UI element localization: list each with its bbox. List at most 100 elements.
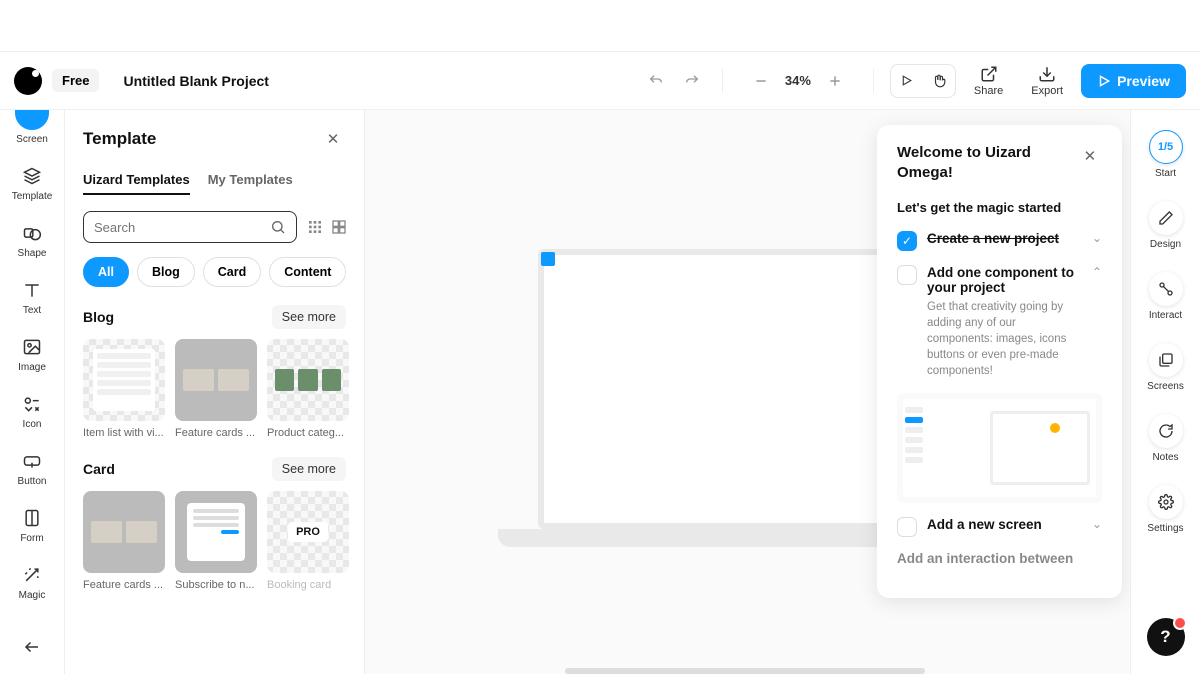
undo-icon[interactable] <box>642 67 670 95</box>
grid-dense-icon[interactable] <box>307 219 323 235</box>
nav-notes[interactable]: Notes <box>1131 406 1200 471</box>
chip-all[interactable]: All <box>83 257 129 287</box>
plan-badge[interactable]: Free <box>52 69 99 92</box>
chevron-down-icon: ⌄ <box>1092 517 1102 531</box>
search-icon <box>270 219 286 235</box>
tool-template-label: Template <box>12 191 53 202</box>
nav-design-label: Design <box>1150 239 1181 250</box>
tool-text-label: Text <box>23 305 41 316</box>
tool-shape-label: Shape <box>18 248 47 259</box>
tool-icon[interactable]: Icon <box>0 383 64 440</box>
zoom-in-icon[interactable] <box>821 67 849 95</box>
zoom-value[interactable]: 34% <box>785 73 811 88</box>
horizontal-scrollbar[interactable] <box>565 668 925 674</box>
chevron-down-icon: ⌄ <box>1092 231 1102 245</box>
share-label: Share <box>974 85 1003 97</box>
icon-tool-icon <box>21 393 43 415</box>
tool-button-label: Button <box>18 476 47 487</box>
text-icon <box>21 279 43 301</box>
nav-screens[interactable]: Screens <box>1131 335 1200 400</box>
chip-content[interactable]: Content <box>269 257 346 287</box>
shape-icon <box>21 222 43 244</box>
checkbox-empty-icon <box>897 517 917 537</box>
template-thumb[interactable]: Feature cards ... <box>175 339 257 439</box>
nav-start[interactable]: 1/5 Start <box>1131 122 1200 187</box>
see-more-card[interactable]: See more <box>272 457 346 481</box>
panel-close-button[interactable]: ✕ <box>320 126 346 152</box>
tool-image[interactable]: Image <box>0 326 64 383</box>
panel-title: Template <box>83 129 156 149</box>
template-thumb[interactable]: Item list with vi... <box>83 339 165 439</box>
export-button[interactable]: Export <box>1021 65 1073 97</box>
tool-form-label: Form <box>20 533 43 544</box>
left-toolbar: Screen Template Shape Text Image Icon Bu… <box>0 110 65 674</box>
nav-start-label: Start <box>1155 168 1176 179</box>
template-thumb[interactable]: PRO Booking card <box>267 491 349 591</box>
tool-form[interactable]: Form <box>0 497 64 554</box>
nav-interact[interactable]: Interact <box>1131 264 1200 329</box>
help-button[interactable]: ? <box>1147 618 1185 656</box>
notes-icon <box>1149 414 1183 448</box>
tab-uizard-templates[interactable]: Uizard Templates <box>83 172 190 195</box>
search-input[interactable] <box>83 211 297 243</box>
onboard-label: Add an interaction between <box>897 551 1102 566</box>
template-thumb[interactable]: Feature cards ... <box>83 491 165 591</box>
onboard-label: Add a new screen <box>927 517 1082 532</box>
gear-icon <box>1149 485 1183 519</box>
hand-mode-icon[interactable] <box>923 65 955 97</box>
screen-badge-icon <box>541 252 555 266</box>
onboard-item-add-component[interactable]: Add one component to your project Get th… <box>897 265 1102 503</box>
nav-settings-label: Settings <box>1147 523 1183 534</box>
onboard-label: Add one component to your project <box>927 265 1082 295</box>
section-card-title: Card <box>83 461 115 477</box>
onboard-item-add-screen[interactable]: Add a new screen ⌄ <box>897 517 1102 537</box>
preview-button[interactable]: Preview <box>1081 64 1186 98</box>
tool-button[interactable]: Button <box>0 440 64 497</box>
mode-toggle[interactable] <box>890 64 956 98</box>
tool-screen[interactable]: Screen <box>0 110 64 155</box>
tool-template[interactable]: Template <box>0 155 64 212</box>
logo-icon[interactable] <box>14 67 42 95</box>
thumb-label: Product categ... <box>267 427 349 439</box>
top-toolbar: Free Untitled Blank Project 34% Share Ex… <box>0 52 1200 110</box>
tool-text[interactable]: Text <box>0 269 64 326</box>
nav-settings[interactable]: Settings <box>1131 477 1200 542</box>
zoom-out-icon[interactable] <box>747 67 775 95</box>
onboard-item-interaction[interactable]: Add an interaction between <box>897 551 1102 566</box>
tool-magic[interactable]: Magic <box>0 554 64 611</box>
image-icon <box>21 336 43 358</box>
onboard-desc: Get that creativity going by adding any … <box>927 299 1082 379</box>
template-icon <box>21 165 43 187</box>
onboarding-title: Welcome to Uizard Omega! <box>897 143 1078 182</box>
onboard-item-create[interactable]: ✓ Create a new project ⌄ <box>897 231 1102 251</box>
template-panel: Template ✕ Uizard Templates My Templates… <box>65 110 365 674</box>
template-thumb[interactable]: Subscribe to n... <box>175 491 257 591</box>
thumb-label: Subscribe to n... <box>175 579 257 591</box>
nav-notes-label: Notes <box>1152 452 1178 463</box>
chevron-up-icon: ⌃ <box>1092 265 1102 279</box>
grid-large-icon[interactable] <box>331 219 347 235</box>
right-toolbar: 1/5 Start Design Interact Screens Notes … <box>1130 110 1200 674</box>
thumb-label: Feature cards ... <box>175 427 257 439</box>
tool-shape[interactable]: Shape <box>0 212 64 269</box>
check-icon: ✓ <box>897 231 917 251</box>
chip-blog[interactable]: Blog <box>137 257 195 287</box>
nav-screens-label: Screens <box>1147 381 1184 392</box>
play-mode-icon[interactable] <box>891 65 923 97</box>
chip-card[interactable]: Card <box>203 257 261 287</box>
project-title[interactable]: Untitled Blank Project <box>123 73 268 89</box>
back-button[interactable] <box>0 620 64 674</box>
start-badge: 1/5 <box>1149 130 1183 164</box>
nav-design[interactable]: Design <box>1131 193 1200 258</box>
template-thumb[interactable]: Product categ... <box>267 339 349 439</box>
onboarding-close-button[interactable]: ✕ <box>1078 143 1102 169</box>
onboard-preview <box>897 393 1102 503</box>
share-button[interactable]: Share <box>964 65 1013 97</box>
arrow-left-icon <box>21 636 43 658</box>
tab-my-templates[interactable]: My Templates <box>208 172 293 195</box>
redo-icon[interactable] <box>678 67 706 95</box>
tool-image-label: Image <box>18 362 46 373</box>
button-icon <box>21 450 43 472</box>
search-field[interactable] <box>94 220 270 235</box>
see-more-blog[interactable]: See more <box>272 305 346 329</box>
